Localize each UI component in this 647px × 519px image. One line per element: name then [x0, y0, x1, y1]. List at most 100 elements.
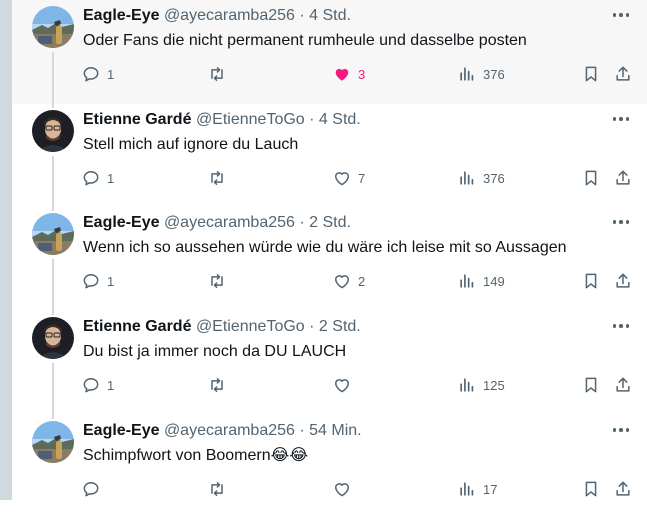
reply-button[interactable]: 1: [81, 166, 114, 190]
tweet[interactable]: Etienne Gardé @EtienneToGo · 2 Std. Du bi…: [12, 311, 647, 419]
more-icon[interactable]: [607, 419, 635, 441]
likes-count: 2: [358, 273, 366, 289]
tweet[interactable]: Eagle-Eye @ayecaramba256 · 4 Std. Oder Fa…: [12, 0, 647, 108]
heart-icon: [332, 479, 352, 499]
author-handle[interactable]: @ayecaramba256: [164, 7, 295, 24]
author-name[interactable]: Eagle-Eye: [83, 422, 159, 439]
heart-icon: [332, 271, 352, 291]
bookmark-icon: [581, 271, 601, 291]
reply-icon: [81, 375, 101, 395]
bookmark-button[interactable]: [581, 269, 601, 293]
avatar[interactable]: [32, 421, 74, 463]
likes-count: 3: [358, 66, 366, 82]
tweet-header: Eagle-Eye @ayecaramba256 · 4 Std.: [83, 6, 351, 26]
bookmark-button[interactable]: [581, 373, 601, 397]
author-name[interactable]: Etienne Gardé: [83, 111, 191, 128]
timestamp[interactable]: 2 Std.: [319, 318, 361, 335]
reply-button[interactable]: 1: [81, 62, 114, 86]
left-scroll-rail: [0, 0, 12, 500]
avatar-landscape-image: [32, 213, 74, 255]
retweet-icon: [207, 64, 227, 84]
bookmark-icon: [581, 64, 601, 84]
views-icon: [457, 168, 477, 188]
author-handle[interactable]: @ayecaramba256: [164, 422, 295, 439]
tweet-header: Eagle-Eye @ayecaramba256 · 2 Std.: [83, 213, 351, 233]
more-icon[interactable]: [607, 315, 635, 337]
avatar-person-image: [32, 317, 74, 359]
bookmark-button[interactable]: [581, 62, 601, 86]
share-button[interactable]: [613, 166, 633, 190]
author-name[interactable]: Etienne Gardé: [83, 318, 191, 335]
reply-button[interactable]: 1: [81, 373, 114, 397]
avatar[interactable]: [32, 317, 74, 359]
retweet-button[interactable]: [207, 62, 233, 86]
views-count: 376: [483, 170, 505, 186]
tweet-actions: 1 3 376: [83, 62, 639, 86]
retweet-button[interactable]: [207, 373, 233, 397]
thread-connector-line: [52, 156, 54, 211]
heart-icon: [332, 168, 352, 188]
like-button[interactable]: [332, 373, 358, 397]
avatar[interactable]: [32, 6, 74, 48]
views-button[interactable]: 149: [457, 269, 505, 293]
separator-dot: ·: [299, 7, 305, 24]
author-name[interactable]: Eagle-Eye: [83, 7, 159, 24]
retweet-button[interactable]: [207, 477, 233, 501]
avatar[interactable]: [32, 213, 74, 255]
views-icon: [457, 271, 477, 291]
reply-thread: Eagle-Eye @ayecaramba256 · 4 Std. Oder Fa…: [12, 0, 647, 500]
retweet-button[interactable]: [207, 269, 233, 293]
timestamp[interactable]: 4 Std.: [319, 111, 361, 128]
reply-icon: [81, 168, 101, 188]
share-button[interactable]: [613, 477, 633, 501]
views-button[interactable]: 125: [457, 373, 505, 397]
replies-count: 1: [107, 170, 115, 186]
share-icon: [613, 168, 633, 188]
separator-dot: ·: [299, 422, 305, 439]
tweet-header: Etienne Gardé @EtienneToGo · 4 Std.: [83, 110, 361, 130]
share-button[interactable]: [613, 269, 633, 293]
more-icon[interactable]: [607, 108, 635, 130]
replies-count: 1: [107, 377, 115, 393]
author-name[interactable]: Eagle-Eye: [83, 214, 159, 231]
timestamp[interactable]: 2 Std.: [309, 214, 351, 231]
reply-icon: [81, 479, 101, 499]
tweet[interactable]: Eagle-Eye @ayecaramba256 · 54 Min. Schimp…: [12, 415, 647, 519]
replies-count: 1: [107, 66, 115, 82]
heart-icon: [332, 64, 352, 84]
share-button[interactable]: [613, 62, 633, 86]
like-button[interactable]: 7: [332, 166, 365, 190]
views-button[interactable]: 376: [457, 166, 505, 190]
like-button[interactable]: [332, 477, 358, 501]
retweet-icon: [207, 168, 227, 188]
views-icon: [457, 479, 477, 499]
like-button[interactable]: 2: [332, 269, 365, 293]
retweet-button[interactable]: [207, 166, 233, 190]
retweet-icon: [207, 375, 227, 395]
timestamp[interactable]: 54 Min.: [309, 422, 361, 439]
views-button[interactable]: 376: [457, 62, 505, 86]
bookmark-button[interactable]: [581, 477, 601, 501]
tweet[interactable]: Eagle-Eye @ayecaramba256 · 2 Std. Wenn ic…: [12, 207, 647, 315]
retweet-icon: [207, 271, 227, 291]
avatar[interactable]: [32, 110, 74, 152]
views-count: 17: [483, 481, 498, 497]
share-button[interactable]: [613, 373, 633, 397]
author-handle[interactable]: @EtienneToGo: [196, 111, 305, 128]
author-handle[interactable]: @ayecaramba256: [164, 214, 295, 231]
tweet-actions: 1 7 376: [83, 166, 639, 190]
more-icon[interactable]: [607, 211, 635, 233]
bookmark-button[interactable]: [581, 166, 601, 190]
tweet-text: Schimpfwort von Boomern😂😂: [83, 447, 309, 464]
more-icon[interactable]: [607, 4, 635, 26]
views-button[interactable]: 17: [457, 477, 497, 501]
tweet-text: Du bist ja immer noch da DU LAUCH: [83, 343, 347, 360]
reply-button[interactable]: 1: [81, 269, 114, 293]
bookmark-icon: [581, 168, 601, 188]
timestamp[interactable]: 4 Std.: [309, 7, 351, 24]
share-icon: [613, 64, 633, 84]
tweet[interactable]: Etienne Gardé @EtienneToGo · 4 Std. Stell…: [12, 104, 647, 211]
reply-button[interactable]: [81, 477, 107, 501]
author-handle[interactable]: @EtienneToGo: [196, 318, 305, 335]
like-button[interactable]: 3: [332, 62, 365, 86]
